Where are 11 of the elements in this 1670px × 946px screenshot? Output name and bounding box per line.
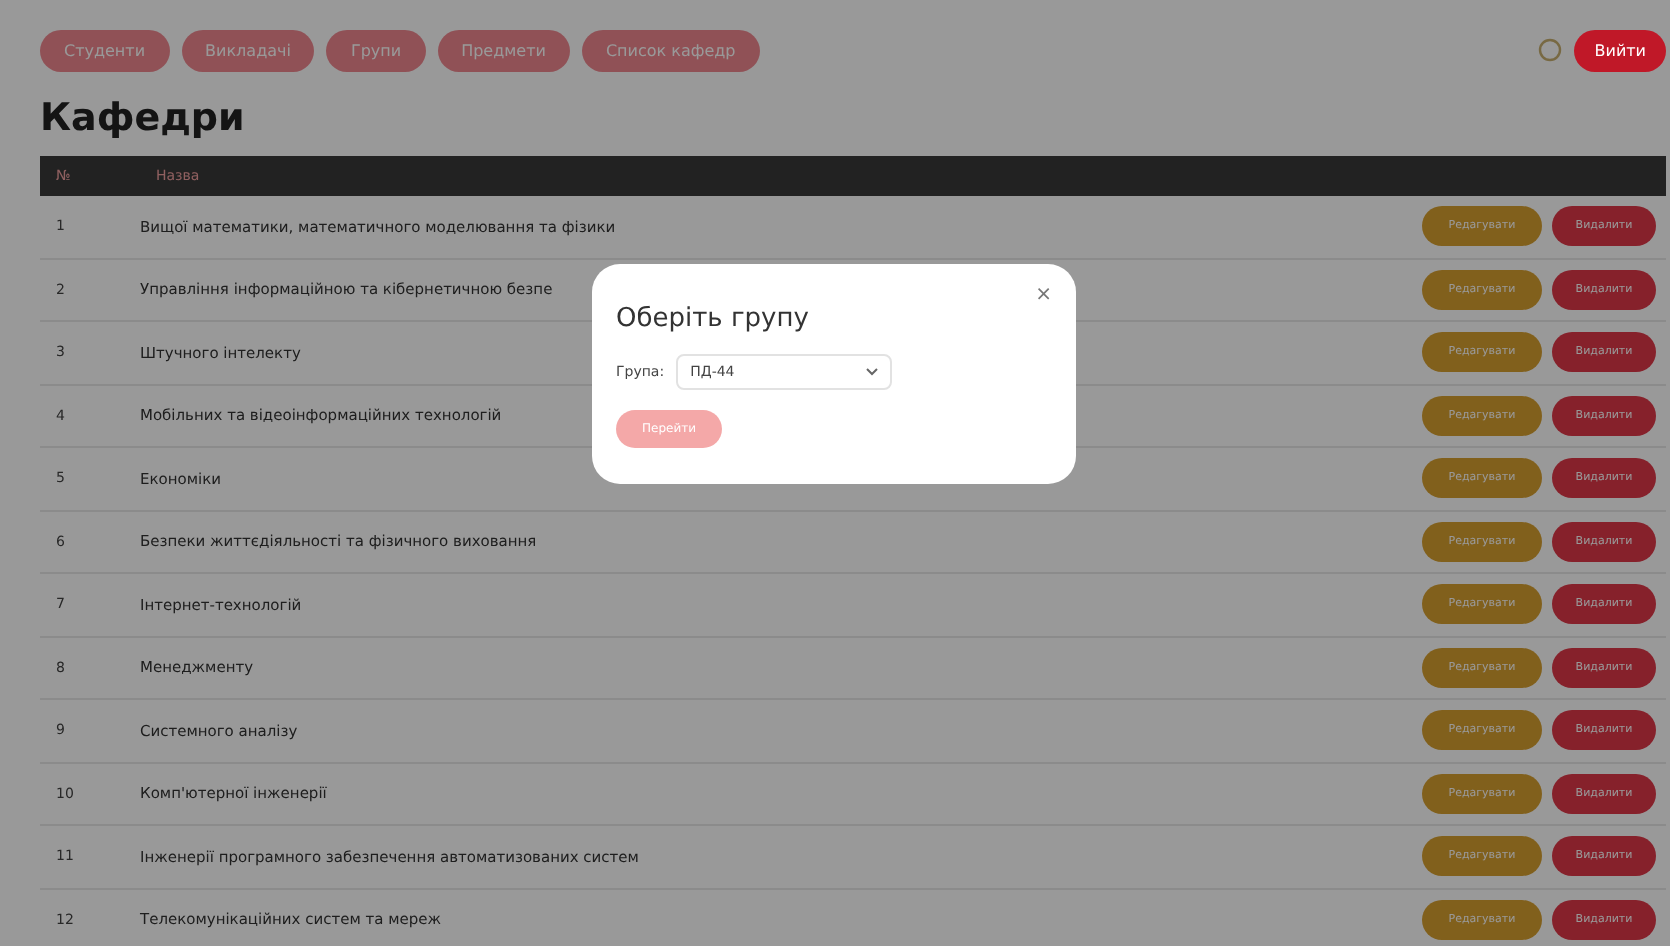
page-title: Кафедри — [40, 96, 247, 140]
dialog-title: Оберіть групу — [616, 304, 811, 334]
nav-button[interactable]: Групи — [326, 29, 426, 71]
close-button[interactable]: × — [1035, 284, 1052, 306]
chevron-icon — [866, 368, 879, 376]
circle-icon[interactable] — [1538, 38, 1563, 62]
nav-button[interactable]: Список кафедр — [581, 29, 760, 71]
nav-button[interactable]: Предмети — [437, 29, 570, 71]
nav-button[interactable]: Студенти — [40, 29, 170, 71]
nav-button[interactable]: Викладачі — [181, 29, 315, 71]
logout-button[interactable]: Вийти — [1574, 29, 1666, 71]
